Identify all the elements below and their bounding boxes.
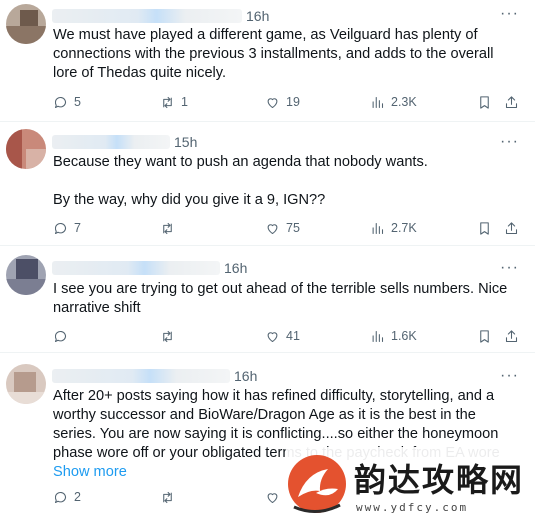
analytics-bars-icon [372,330,384,342]
repost-button[interactable] [160,327,181,345]
like-count: 75 [286,221,300,235]
heart-icon [267,97,278,108]
tweet-actions: 7 75 2.7K [53,219,523,237]
more-horizontal-icon[interactable]: ··· [500,260,519,276]
tweet-text: We must have played a different game, as… [53,26,521,83]
watermark-url: www.ydfcy.com [356,501,469,514]
share-upload-icon [505,329,518,342]
timestamp[interactable]: 16h [246,8,269,24]
views-count: 2.7K [391,221,417,235]
bookmark-icon [480,221,489,235]
repost-button[interactable] [160,488,181,506]
like-button[interactable]: 41 [265,327,300,345]
tweet-text-line: I see you are trying to get out ahead of… [53,281,508,316]
repost-arrows-icon [163,96,172,108]
avatar[interactable] [6,364,46,404]
tweet-text: Because they want to push an agenda that… [53,153,521,210]
views-button[interactable]: 2.7K [370,219,417,237]
repost-count: 1 [181,95,188,109]
tweet-header: 15h [52,132,197,152]
heart-icon [267,223,278,234]
tweet-header: 16h [52,6,269,26]
watermark-title: 韵达攻略网 [354,461,525,499]
reply-count: 7 [74,221,81,235]
more-horizontal-icon[interactable]: ··· [500,6,519,22]
tweet-2[interactable]: 15h ··· Because they want to push an age… [0,123,535,246]
timestamp[interactable]: 16h [234,368,257,384]
like-button[interactable]: 75 [265,219,300,237]
reply-count: 2 [74,490,81,504]
reply-bubble-icon [54,96,67,108]
bookmark-button[interactable] [477,219,492,237]
heart-icon [267,331,278,342]
like-count: 41 [286,329,300,343]
site-logo-icon [288,455,346,513]
tweet-text-line: By the way, why did you give it a 9, IGN… [53,192,326,208]
tweet-text-line: We must have played a different game, as… [53,27,494,81]
reply-bubble-icon [54,330,67,342]
share-button[interactable] [504,327,519,345]
reply-button[interactable] [53,327,74,345]
tweet-text: I see you are trying to get out ahead of… [53,280,521,318]
views-button[interactable]: 1.6K [370,327,417,345]
views-button[interactable]: 2.3K [370,93,417,111]
tweet-1[interactable]: 16h ··· We must have played a different … [0,0,535,122]
tweet-actions: 41 1.6K [53,327,523,345]
tweet-header: 16h [52,366,257,386]
analytics-bars-icon [372,96,384,108]
share-button[interactable] [504,93,519,111]
views-count: 1.6K [391,329,417,343]
avatar[interactable] [6,129,46,169]
bookmark-button[interactable] [477,327,492,345]
bookmark-icon [480,329,489,343]
reply-bubble-icon [54,222,67,234]
tweet-3[interactable]: 16h ··· I see you are trying to get out … [0,247,535,353]
like-button[interactable]: 19 [265,93,300,111]
share-upload-icon [505,221,518,234]
reply-button[interactable]: 5 [53,93,81,111]
avatar[interactable] [6,4,46,44]
repost-arrows-icon [163,330,172,342]
blurred-username [52,135,170,149]
repost-button[interactable] [160,219,181,237]
bookmark-button[interactable] [477,93,492,111]
blurred-username [52,9,242,23]
like-count: 19 [286,95,300,109]
heart-icon [267,492,278,503]
blurred-username [52,261,220,275]
repost-button[interactable]: 1 [160,93,188,111]
tweet-actions: 5 1 19 2.3K [53,93,523,111]
more-horizontal-icon[interactable]: ··· [500,134,519,150]
reply-bubble-icon [54,491,67,503]
reply-button[interactable]: 2 [53,488,81,506]
bookmark-icon [480,95,489,109]
share-upload-icon [505,95,518,108]
timestamp[interactable]: 16h [224,260,247,276]
repost-arrows-icon [163,222,172,234]
tweet-text-line: Because they want to push an agenda that… [53,154,428,170]
like-button[interactable] [265,488,286,506]
site-watermark: 韵达攻略网 www.ydfcy.com [286,447,535,520]
blurred-username [52,369,230,383]
reply-count: 5 [74,95,81,109]
avatar[interactable] [6,255,46,295]
views-count: 2.3K [391,95,417,109]
more-horizontal-icon[interactable]: ··· [500,368,519,384]
timestamp[interactable]: 15h [174,134,197,150]
analytics-bars-icon [372,222,384,234]
share-button[interactable] [504,219,519,237]
tweet-header: 16h [52,258,247,278]
repost-arrows-icon [163,491,172,503]
reply-button[interactable]: 7 [53,219,81,237]
